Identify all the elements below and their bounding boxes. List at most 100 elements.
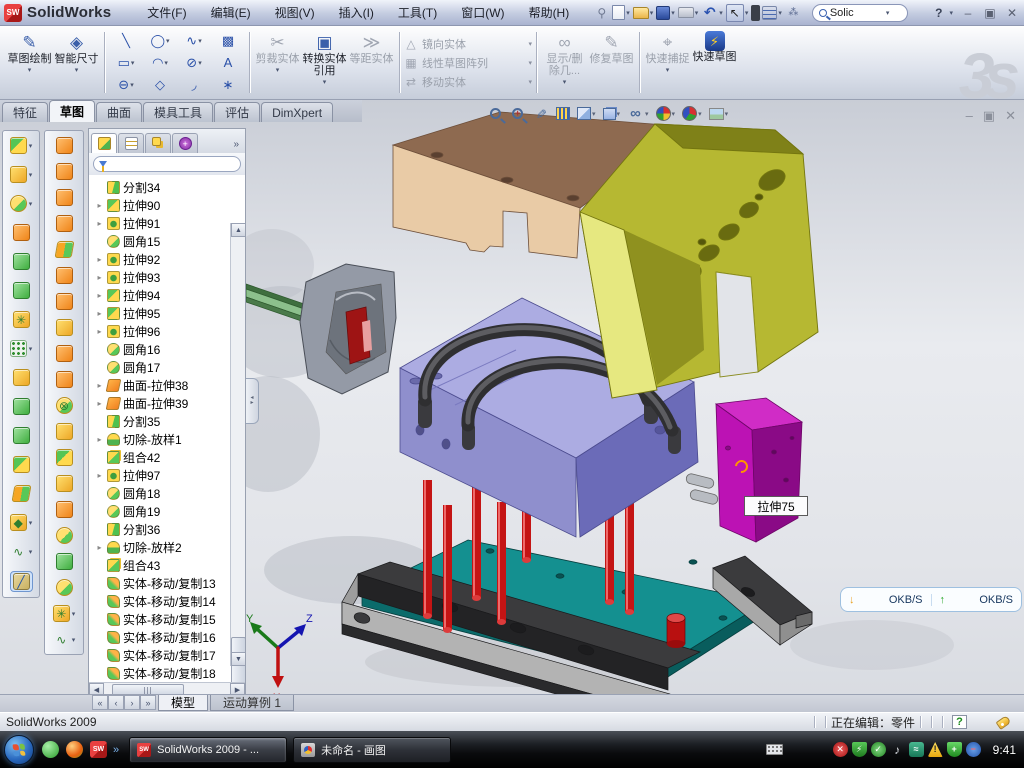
panel-splitter-handle[interactable]: ◂▸ (246, 378, 259, 424)
dropdown-arrow-icon[interactable]: ▾ (671, 9, 675, 17)
tree-item[interactable]: ▸ 拉伸95 (95, 304, 245, 322)
command-button[interactable]: ✎ 修复草图 ▾ (588, 28, 635, 97)
tree-item[interactable]: 圆角16 (95, 340, 245, 358)
toolbar-icon[interactable]: ⚲ (593, 5, 610, 21)
command-button[interactable]: ✎ 草图绘制 ▾ (6, 28, 53, 97)
sketch-tool-button[interactable]: ▭▾ (109, 52, 143, 74)
toolbar-icon[interactable] (656, 6, 670, 20)
menu-item[interactable]: 工具(T) (388, 1, 447, 24)
sketch-tool-button[interactable]: ∿▾ (177, 30, 211, 52)
dropdown-arrow-icon[interactable]: ▾ (276, 66, 280, 74)
tray-icon[interactable]: ! (928, 742, 943, 757)
feature-tool-button[interactable]: ▾ (11, 252, 32, 271)
tree-item[interactable]: 圆角19 (95, 502, 245, 520)
doc-nav-button[interactable]: ‹ (108, 695, 124, 710)
view-tool-icon[interactable] (556, 107, 570, 120)
expand-arrow-icon[interactable]: ▸ (95, 435, 104, 444)
mold-tool-button[interactable]: ∿ ▾ (51, 630, 78, 649)
command-button[interactable]: △ 镜向实体 ▾ (404, 36, 532, 52)
tree-item[interactable]: 实体-移动/复制15 (95, 610, 245, 628)
quick-launch-chevron[interactable]: » (113, 744, 119, 756)
taskbar-button[interactable]: 未命名 - 画图 (293, 737, 451, 763)
quick-launch-icon[interactable] (42, 741, 59, 758)
expand-arrow-icon[interactable]: ▸ (95, 543, 104, 552)
quick-launch-icon[interactable] (66, 741, 83, 758)
dropdown-arrow-icon[interactable]: ▾ (28, 66, 32, 74)
mold-tool-button[interactable]: ▾ (54, 318, 75, 337)
mold-tool-button[interactable]: ▾ (54, 448, 75, 467)
tree-item[interactable]: ▸ 拉伸92 (95, 250, 245, 268)
window-control-button[interactable]: – (966, 108, 973, 124)
view-tool-icon[interactable] (532, 105, 549, 122)
command-button[interactable]: ◈ 智能尺寸 ▾ (53, 28, 100, 97)
toolbar-icon[interactable] (612, 5, 625, 20)
quick-launch-icon[interactable]: SW (90, 741, 107, 758)
dropdown-arrow-icon[interactable]: ▾ (592, 110, 596, 118)
dropdown-arrow-icon[interactable]: ▾ (650, 9, 654, 17)
window-control-button[interactable]: ✕ (1005, 108, 1016, 124)
expand-arrow-icon[interactable]: ▸ (95, 327, 104, 336)
dropdown-arrow-icon[interactable]: ▾ (778, 9, 782, 17)
sketch-tool-button[interactable]: ◠▾ (143, 52, 177, 74)
view-tool-icon[interactable] (709, 108, 724, 120)
mold-tool-button[interactable]: ▾ (54, 526, 75, 545)
tree-item[interactable]: ▸ 曲面-拉伸38 (95, 376, 245, 394)
command-tab[interactable]: 特征 (2, 102, 48, 122)
search-box[interactable]: ▾ (812, 4, 908, 22)
sketch-tool-button[interactable]: ▩▾ (211, 30, 245, 52)
dropdown-arrow-icon[interactable]: ▾ (29, 345, 33, 353)
tray-icon[interactable]: ✕ (833, 742, 848, 757)
panel-tab[interactable] (118, 133, 144, 153)
dropdown-arrow-icon[interactable]: ▾ (72, 636, 76, 644)
feature-tool-button[interactable]: ▾ (8, 136, 35, 155)
dropdown-arrow-icon[interactable]: ▾ (745, 9, 749, 17)
panel-tab[interactable] (172, 133, 198, 153)
dropdown-arrow-icon[interactable]: ▾ (626, 9, 630, 17)
search-dropdown-icon[interactable]: ▾ (886, 9, 890, 17)
sketch-tool-button[interactable]: ∗▾ (211, 74, 245, 96)
sketch-tool-button[interactable]: A▾ (211, 52, 245, 74)
menu-item[interactable]: 编辑(E) (201, 1, 261, 24)
tree-item[interactable]: 分割36 (95, 520, 245, 538)
feature-tool-button[interactable]: ▾ (8, 165, 35, 184)
dropdown-arrow-icon[interactable]: ▾ (617, 110, 621, 118)
tray-icon[interactable]: ≈ (909, 742, 924, 757)
dropdown-arrow-icon[interactable]: ▾ (645, 110, 649, 118)
mold-tool-button[interactable]: ▾ (54, 370, 75, 389)
keyboard-layout-icon[interactable] (766, 744, 783, 755)
feature-tool-button[interactable]: ▾ (8, 339, 35, 358)
dropdown-arrow-icon[interactable]: ▾ (323, 78, 327, 86)
dropdown-arrow-icon[interactable]: ▾ (672, 110, 676, 118)
part-red-cylinder[interactable] (667, 614, 685, 649)
tray-icon[interactable]: ⚡ (852, 742, 867, 757)
part-connector-stubs[interactable] (685, 473, 719, 505)
mold-tool-button[interactable]: ▾ (54, 552, 75, 571)
mold-tool-button[interactable]: ✳ ▾ (51, 604, 78, 623)
tree-item[interactable]: ▸ 拉伸91 (95, 214, 245, 232)
window-control-button[interactable]: ▣ (983, 108, 995, 124)
menu-item[interactable]: 视图(V) (265, 1, 325, 24)
command-tab[interactable]: 模具工具 (143, 102, 213, 122)
tree-item[interactable]: 实体-移动/复制13 (95, 574, 245, 592)
dropdown-arrow-icon[interactable]: ▾ (725, 110, 729, 118)
dropdown-arrow-icon[interactable]: ▾ (666, 66, 670, 74)
close-button[interactable]: ✕ (1004, 6, 1020, 20)
dropdown-arrow-icon[interactable]: ▾ (75, 66, 79, 74)
minimize-button[interactable]: – (960, 6, 976, 20)
tree-item[interactable]: 组合43 (95, 556, 245, 574)
mold-tool-button[interactable]: ▾ (54, 500, 75, 519)
dropdown-arrow-icon[interactable]: ▾ (719, 9, 723, 17)
tray-icon[interactable]: + (947, 742, 962, 757)
mold-tool-button[interactable]: ▾ (54, 188, 75, 207)
doc-nav-button[interactable]: › (124, 695, 140, 710)
search-input[interactable] (830, 7, 882, 19)
command-button[interactable]: ✂ 剪裁实体 ▾ (254, 28, 301, 97)
expand-arrow-icon[interactable]: ▸ (95, 201, 104, 210)
mold-tool-button[interactable]: ▾ (54, 214, 75, 233)
scroll-up-button[interactable]: ▲ (231, 223, 245, 237)
view-tool-icon[interactable] (577, 107, 591, 120)
command-button[interactable]: ∞ 显示/删除几... ▾ (541, 28, 588, 97)
feature-tool-button[interactable]: ▾ (11, 455, 32, 474)
toolbar-icon[interactable] (751, 5, 760, 21)
menu-item[interactable]: 窗口(W) (451, 1, 514, 24)
